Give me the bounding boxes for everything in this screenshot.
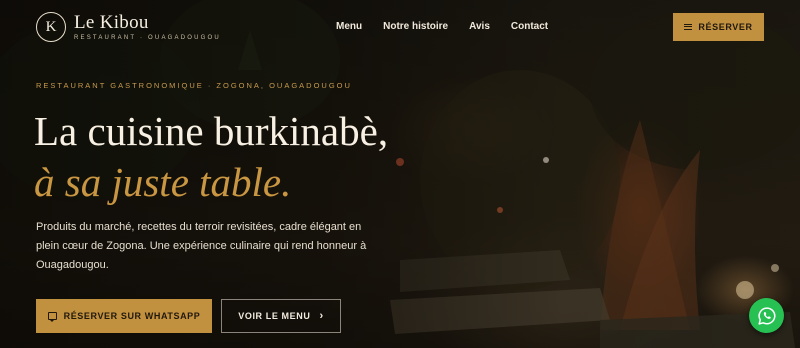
reserve-whatsapp-label: RÉSERVER SUR WHATSAPP [63, 311, 201, 321]
nav-item-avis[interactable]: Avis [469, 21, 490, 32]
whatsapp-icon [757, 306, 775, 325]
hero-headline: La cuisine burkinabè, [34, 108, 389, 154]
nav-item-notre-histoire[interactable]: Notre histoire [383, 21, 448, 32]
hero-eyebrow: RESTAURANT GASTRONOMIQUE · ZOGONA, OUAGA… [36, 81, 352, 90]
main-nav: Menu Notre histoire Avis Contact [336, 21, 548, 32]
chat-icon [47, 312, 57, 322]
nav-item-contact[interactable]: Contact [511, 21, 548, 32]
view-menu-label: VOIR LE MENU [238, 311, 311, 321]
site-header: K Le Kibou RESTAURANT · OUAGADOUGOU Menu… [0, 0, 800, 54]
menu-icon [684, 24, 693, 30]
chevron-right-icon: › [319, 309, 324, 322]
reserve-button-label: RÉSERVER [698, 22, 753, 32]
reserve-whatsapp-button[interactable]: RÉSERVER SUR WHATSAPP [36, 299, 212, 333]
hero-section: K Le Kibou RESTAURANT · OUAGADOUGOU Menu… [0, 0, 800, 348]
view-menu-button[interactable]: VOIR LE MENU › [221, 299, 341, 333]
hero-lead: Produits du marché, recettes du terroir … [36, 221, 367, 271]
nav-item-menu[interactable]: Menu [336, 21, 362, 32]
brand-logo[interactable]: K Le Kibou RESTAURANT · OUAGADOUGOU [36, 12, 221, 42]
brand-name: Le Kibou [74, 12, 149, 33]
brand-subtitle: RESTAURANT · OUAGADOUGOU [74, 35, 221, 41]
reserve-button[interactable]: RÉSERVER [673, 13, 764, 41]
hero-headline-accent: à sa juste table. [34, 159, 292, 205]
brand-monogram: K [36, 12, 66, 42]
brand-text: Le Kibou RESTAURANT · OUAGADOUGOU [74, 12, 221, 42]
whatsapp-floating-button[interactable] [749, 298, 784, 333]
